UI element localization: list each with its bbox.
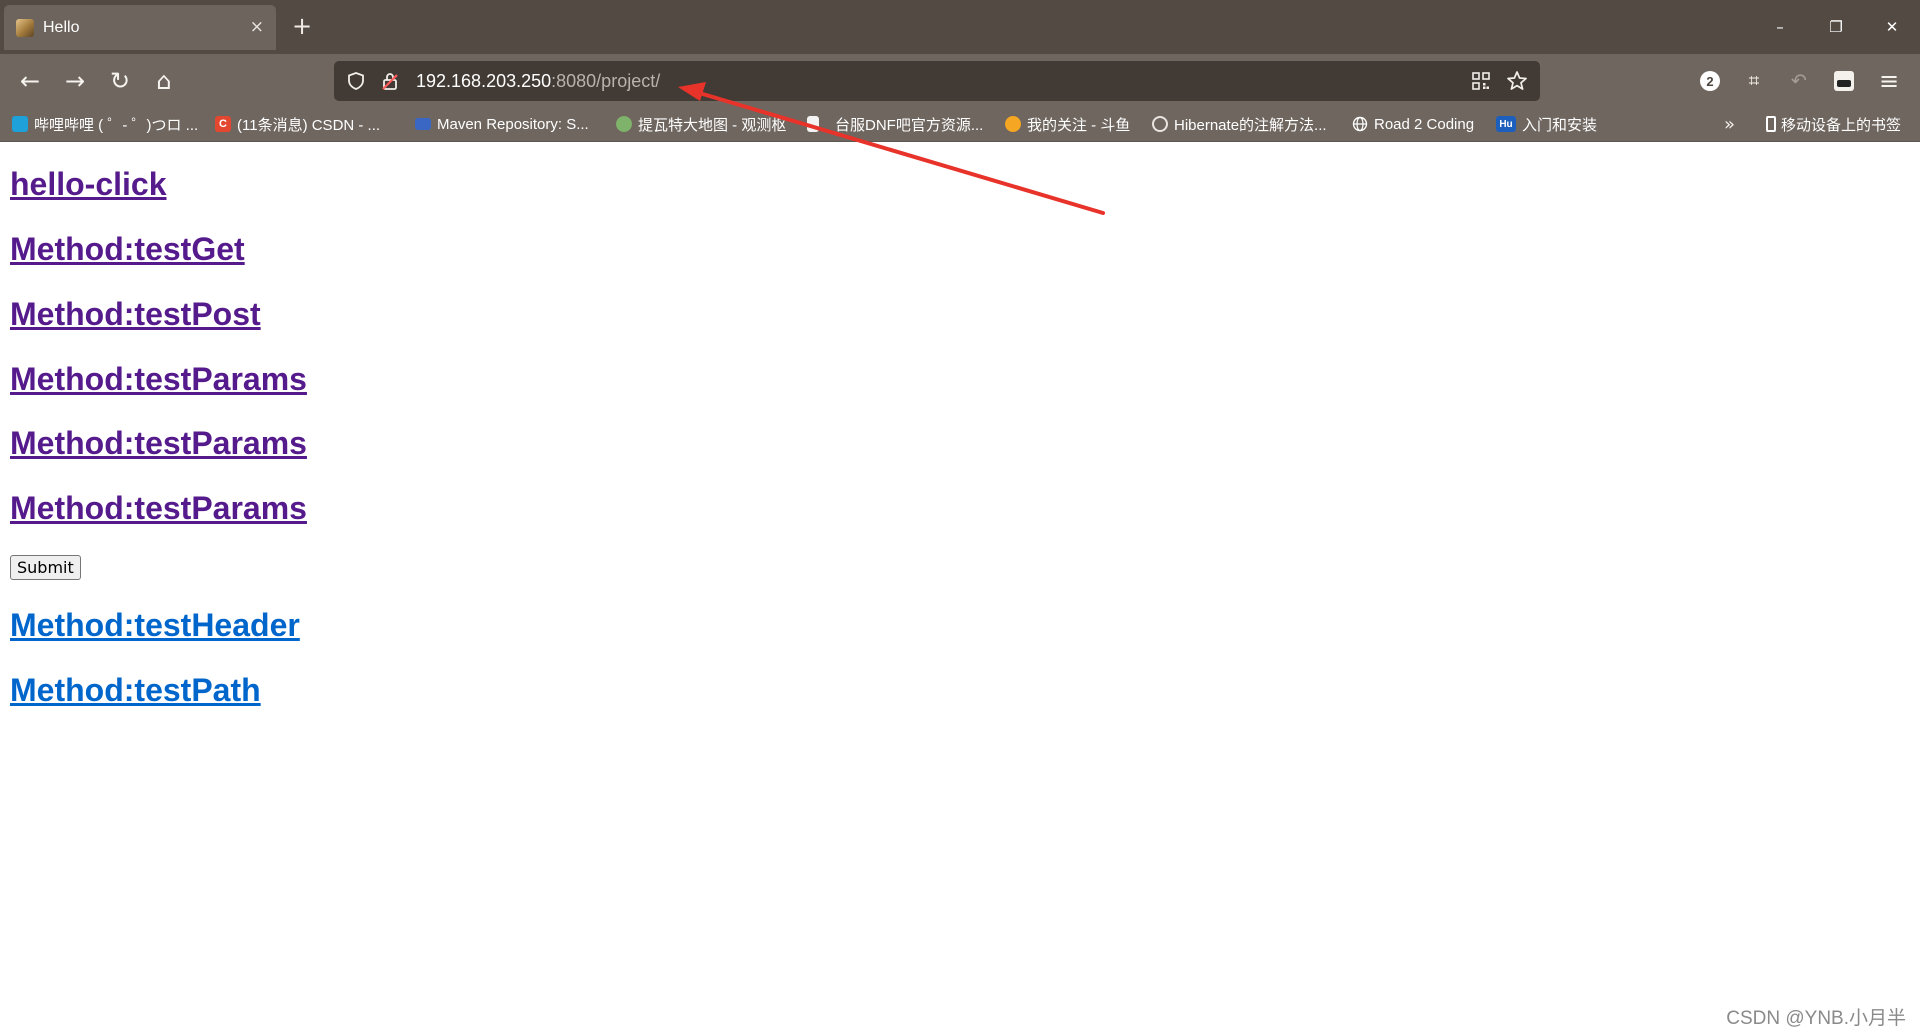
hu-icon: Hu [1496, 116, 1516, 132]
favicon-icon [16, 18, 34, 37]
bookmark-item[interactable]: Maven Repository: S... [415, 112, 589, 136]
bookmark-item[interactable]: 台服DNF吧官方资源... [807, 112, 983, 136]
bookmark-item[interactable]: 我的关注 - 斗鱼 [1005, 112, 1130, 136]
restore-button[interactable]: ❐ [1808, 0, 1864, 54]
extension-icon [1834, 71, 1854, 91]
reload-button[interactable]: ↻ [104, 65, 136, 97]
tab-bar: Hello × + – ❐ ✕ [0, 0, 1920, 54]
forward-button[interactable]: → [59, 65, 91, 97]
bookmark-item[interactable]: Road 2 Coding [1352, 112, 1474, 136]
watermark: CSDN @YNB.小月半 [1726, 1008, 1906, 1029]
submit-button[interactable]: Submit [10, 555, 81, 580]
bookmark-item[interactable]: 哔哩哔哩 ( ゜- ゜)つロ ... [12, 112, 198, 136]
close-window-button[interactable]: ✕ [1864, 0, 1920, 54]
bookmark-star-icon[interactable] [1506, 70, 1528, 92]
back-button[interactable]: ← [14, 65, 46, 97]
url-path: :8080/project/ [551, 70, 661, 91]
bookmark-label: 入门和安装 [1522, 116, 1598, 134]
extension-button[interactable] [1830, 67, 1858, 95]
test-get-link[interactable]: Method:testGet [10, 231, 245, 268]
map-icon [616, 116, 632, 132]
minimize-button[interactable]: – [1752, 0, 1808, 54]
phone-icon [1766, 116, 1776, 132]
undo-icon[interactable]: ↶ [1785, 67, 1813, 95]
tab-title: Hello [43, 18, 80, 36]
close-tab-icon[interactable]: × [250, 19, 264, 36]
navigation-toolbar: ← → ↻ ⌂ 192.168.203.250:8080/project/ 2… [0, 54, 1920, 108]
qr-code-icon[interactable] [1470, 70, 1492, 92]
bookmark-label: 台服DNF吧官方资源... [835, 116, 984, 134]
bookmark-label: 提瓦特大地图 - 观测枢 [638, 116, 787, 134]
bilibili-icon [12, 116, 28, 132]
badge-count: 2 [1700, 71, 1720, 91]
bookmark-label: Maven Repository: S... [437, 115, 589, 133]
url-host: 192.168.203.250 [416, 70, 552, 91]
douyu-icon [1005, 116, 1021, 132]
bookmarks-bar: 哔哩哔哩 ( ゜- ゜)つロ ... C (11条消息) CSDN - ... … [0, 108, 1920, 142]
globe-icon [1352, 116, 1368, 132]
bookmark-label: (11条消息) CSDN - ... [237, 116, 381, 134]
bookmark-label: 我的关注 - 斗鱼 [1027, 116, 1131, 134]
test-params-link-3[interactable]: Method:testParams [10, 490, 307, 527]
home-button[interactable]: ⌂ [148, 65, 180, 97]
maven-icon [415, 118, 431, 130]
chevron-double-right-icon[interactable]: » [1724, 112, 1735, 136]
hello-click-link[interactable]: hello-click [10, 166, 167, 203]
bookmark-item[interactable]: C (11条消息) CSDN - ... [215, 112, 380, 136]
menu-icon[interactable]: ≡ [1875, 67, 1903, 95]
hibernate-icon [1152, 116, 1168, 132]
csdn-icon: C [215, 116, 231, 132]
shield-icon[interactable] [346, 71, 366, 91]
insecure-lock-icon[interactable] [380, 71, 400, 91]
bookmark-label: 哔哩哔哩 ( ゜- ゜)つロ ... [34, 116, 199, 134]
bookmark-item[interactable]: 提瓦特大地图 - 观测枢 [616, 112, 788, 136]
test-post-link[interactable]: Method:testPost [10, 296, 261, 333]
bookmark-label: Hibernate的注解方法... [1174, 116, 1327, 134]
mobile-bookmarks-label: 移动设备上的书签 [1781, 116, 1902, 134]
test-path-link[interactable]: Method:testPath [10, 672, 261, 709]
bookmark-item[interactable]: Hibernate的注解方法... [1152, 112, 1327, 136]
test-header-link[interactable]: Method:testHeader [10, 607, 300, 644]
test-params-link-2[interactable]: Method:testParams [10, 425, 307, 462]
address-bar[interactable]: 192.168.203.250:8080/project/ [334, 61, 1540, 101]
new-tab-button[interactable]: + [292, 14, 312, 38]
mobile-bookmarks-folder[interactable]: 移动设备上的书签 [1766, 112, 1901, 136]
page-icon [807, 116, 819, 132]
crop-icon[interactable]: ⌗ [1740, 67, 1768, 95]
notification-badge-button[interactable]: 2 [1696, 67, 1724, 95]
tab-hello[interactable]: Hello × [4, 5, 276, 50]
bookmark-item[interactable]: Hu 入门和安装 [1496, 112, 1597, 136]
test-params-link-1[interactable]: Method:testParams [10, 361, 307, 398]
bookmark-label: Road 2 Coding [1374, 115, 1475, 133]
window-controls: – ❐ ✕ [1752, 0, 1920, 54]
